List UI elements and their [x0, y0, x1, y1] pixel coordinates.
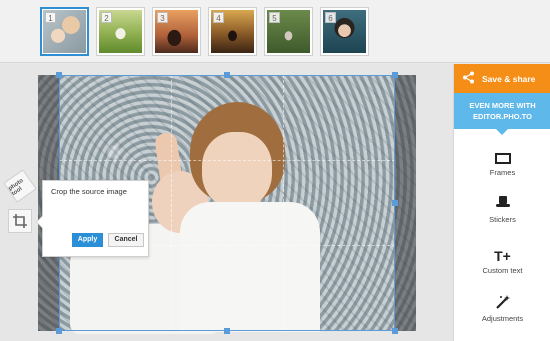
- photo-tag-label: photo tool: [7, 177, 25, 198]
- crop-icon: [13, 214, 27, 228]
- sidebar-item-frames[interactable]: Frames: [454, 148, 550, 196]
- sidebar-item-label: Custom text: [482, 266, 523, 275]
- thumbnail-image: 2: [99, 10, 142, 53]
- thumbnail-number: 2: [101, 12, 112, 23]
- thumbnail-number: 3: [157, 12, 168, 23]
- editor-promo-banner[interactable]: EVEN MORE WITH EDITOR.PHO.TO: [454, 93, 550, 135]
- thumbnail-number: 1: [45, 12, 56, 23]
- crop-handle-right[interactable]: [392, 200, 398, 206]
- crop-handle-bottom[interactable]: [224, 328, 230, 334]
- thumbnail-number: 4: [213, 12, 224, 23]
- promo-line-1: EVEN MORE WITH: [469, 101, 536, 110]
- thumbnail-5[interactable]: 5: [264, 7, 313, 56]
- crop-tool-button[interactable]: [8, 209, 32, 233]
- magic-wand-icon: [454, 294, 550, 314]
- save-share-label: Save & share: [482, 73, 536, 84]
- apply-button[interactable]: Apply: [72, 233, 103, 247]
- crop-shade-right: [395, 75, 416, 331]
- crop-handle-bottom-right[interactable]: [392, 328, 398, 334]
- share-icon: [454, 71, 482, 87]
- thumbnail-image: 3: [155, 10, 198, 53]
- thumbnail-6[interactable]: 6: [320, 7, 369, 56]
- thumbnail-number: 5: [269, 12, 280, 23]
- thumbnail-image: 6: [323, 10, 366, 53]
- thumbnail-number: 6: [325, 12, 336, 23]
- thumbnail-image: 4: [211, 10, 254, 53]
- crop-popup: Crop the source image Apply Cancel: [36, 180, 149, 257]
- thumbnail-strip: 1 2 3 4 5 6: [0, 0, 550, 63]
- crop-handle-bottom-left[interactable]: [56, 328, 62, 334]
- save-share-button[interactable]: Save & share: [454, 64, 550, 93]
- crop-handle-top-right[interactable]: [392, 72, 398, 78]
- right-sidebar: Save & share EVEN MORE WITH EDITOR.PHO.T…: [453, 64, 550, 341]
- sidebar-item-adjustments[interactable]: Adjustments: [454, 294, 550, 341]
- sidebar-item-label: Adjustments: [481, 314, 524, 323]
- cancel-button[interactable]: Cancel: [108, 233, 144, 247]
- promo-line-2: EDITOR.PHO.TO: [473, 112, 532, 121]
- thumbnail-image: 1: [43, 10, 86, 53]
- crop-handle-top[interactable]: [224, 72, 230, 78]
- thumbnail-3[interactable]: 3: [152, 7, 201, 56]
- thumbnail-4[interactable]: 4: [208, 7, 257, 56]
- text-icon: T+: [494, 248, 511, 264]
- hat-icon: [454, 195, 550, 215]
- sidebar-item-label: Frames: [489, 168, 516, 177]
- thumbnail-image: 5: [267, 10, 310, 53]
- sidebar-item-label: Stickers: [489, 215, 516, 224]
- crop-popup-actions: Apply Cancel: [72, 233, 144, 247]
- thumbnail-1[interactable]: 1: [40, 7, 89, 56]
- crop-popup-title: Crop the source image: [51, 187, 127, 196]
- sidebar-item-stickers[interactable]: Stickers: [454, 195, 550, 243]
- crop-handle-top-left[interactable]: [56, 72, 62, 78]
- frame-icon: [454, 148, 550, 168]
- sidebar-item-custom-text[interactable]: T+ Custom text: [454, 246, 550, 294]
- thumbnail-2[interactable]: 2: [96, 7, 145, 56]
